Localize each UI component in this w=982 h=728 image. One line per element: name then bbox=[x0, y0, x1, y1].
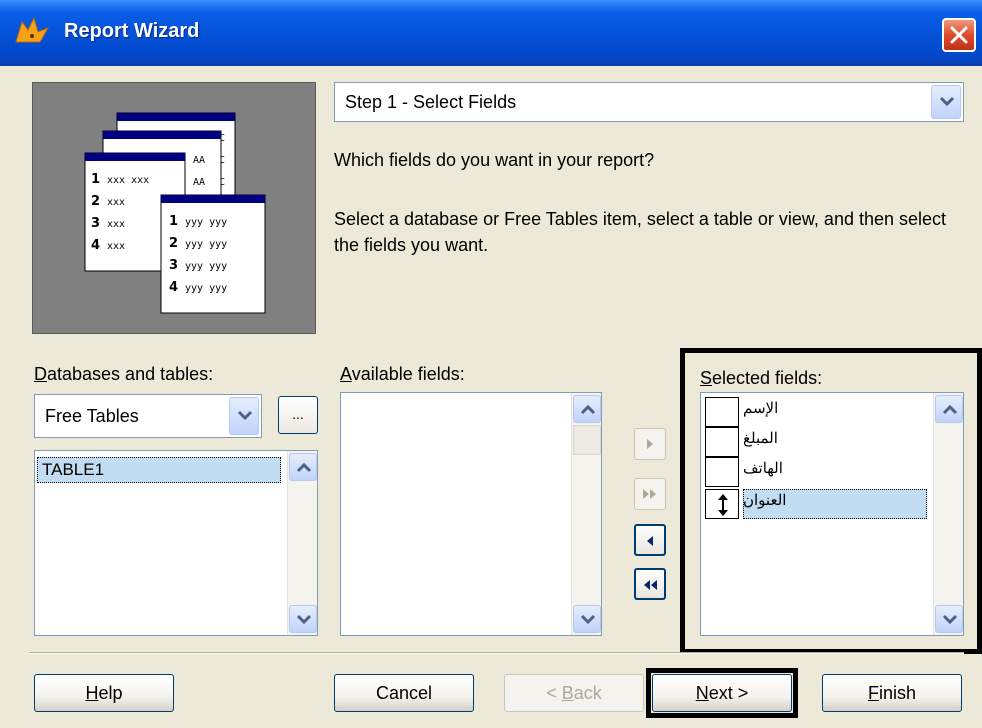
tables-list[interactable]: TABLE1 bbox=[34, 450, 318, 636]
step-question: Which fields do you want in your report? bbox=[334, 150, 655, 170]
fox-icon bbox=[15, 16, 50, 43]
mover-handle[interactable] bbox=[705, 397, 739, 427]
chevron-down-icon bbox=[580, 614, 596, 625]
illustration-row-text: xxx bbox=[107, 219, 125, 230]
databases-label: Databases and tables: bbox=[34, 364, 214, 384]
illustration-row-number: 3 bbox=[169, 258, 178, 273]
double-arrow-left-icon bbox=[644, 580, 657, 590]
illustration-row-text: yyy yyy bbox=[185, 239, 227, 250]
list-item[interactable]: الهاتف bbox=[705, 457, 927, 487]
illustration-row-number: 4 bbox=[91, 238, 100, 253]
illustration-row-text: yyy yyy bbox=[185, 261, 227, 272]
double-arrow-right-icon bbox=[643, 489, 656, 499]
illustration-row-text: yyy yyy bbox=[185, 283, 227, 294]
arrow-right-icon bbox=[647, 439, 653, 449]
scroll-down-button[interactable] bbox=[935, 605, 963, 633]
chevron-up-icon bbox=[942, 404, 958, 415]
field-name: المبلغ bbox=[743, 430, 778, 447]
available-fields-list[interactable] bbox=[340, 392, 602, 636]
illustration-row-number: 2 bbox=[169, 236, 178, 251]
illustration-row-text: xxx bbox=[107, 197, 125, 208]
field-name: الهاتف bbox=[743, 460, 783, 477]
list-item[interactable]: TABLE1 bbox=[37, 457, 281, 483]
illustration-row-text: yyy yyy bbox=[185, 217, 227, 228]
step-dropdown-value: Step 1 - Select Fields bbox=[345, 92, 517, 112]
mover-handle[interactable] bbox=[705, 489, 739, 519]
mover-handle[interactable] bbox=[705, 457, 739, 487]
scroll-up-button[interactable] bbox=[289, 453, 317, 481]
selected-fields-label: Selected fields: bbox=[700, 368, 823, 388]
database-dropdown-value: Free Tables bbox=[45, 406, 139, 426]
scroll-up-button[interactable] bbox=[573, 395, 601, 423]
remove-all-fields-button[interactable] bbox=[634, 568, 666, 600]
back-label: AA bbox=[193, 177, 205, 188]
tables-illustration-icon: C C C AA AA 1 xxx xxx2 xxx3 xxx4 xxx 1 yyy yy… bbox=[84, 112, 266, 314]
chevron-down-icon bbox=[237, 410, 253, 421]
footer-separator bbox=[30, 652, 964, 654]
chevron-down-icon bbox=[296, 614, 312, 625]
wizard-illustration: C C C AA AA 1 xxx xxx 2 xxx 3 xxx 4 xxx 1 yyy yy… bbox=[32, 82, 316, 334]
illustration-row-number: 4 bbox=[169, 280, 178, 295]
scroll-up-button[interactable] bbox=[935, 395, 963, 423]
field-name: العنوان bbox=[743, 492, 787, 509]
close-icon bbox=[950, 26, 968, 44]
back-button[interactable]: < Back bbox=[504, 674, 644, 712]
back-label: AA bbox=[193, 155, 205, 166]
title-bar: Report Wizard bbox=[0, 0, 982, 66]
tables-scrollbar[interactable] bbox=[287, 451, 317, 635]
selected-scrollbar[interactable] bbox=[933, 393, 963, 635]
help-button[interactable]: Help bbox=[34, 674, 174, 712]
list-item[interactable]: الإسم bbox=[705, 397, 927, 427]
list-item[interactable]: المبلغ bbox=[705, 427, 927, 457]
finish-button[interactable]: Finish bbox=[822, 674, 962, 712]
mover-handle[interactable] bbox=[705, 427, 739, 457]
step-instructions: Select a database or Free Tables item, s… bbox=[334, 209, 947, 255]
cancel-button[interactable]: Cancel bbox=[334, 674, 474, 712]
chevron-down-icon bbox=[939, 96, 955, 107]
chevron-down-icon bbox=[942, 614, 958, 625]
add-all-fields-button[interactable] bbox=[634, 478, 666, 510]
add-field-button[interactable] bbox=[634, 428, 666, 460]
illustration-row-number: 3 bbox=[91, 216, 100, 231]
field-name: الإسم bbox=[743, 400, 779, 417]
window-title: Report Wizard bbox=[64, 20, 200, 42]
scroll-down-button[interactable] bbox=[573, 605, 601, 633]
illustration-row-number: 1 bbox=[169, 214, 178, 229]
close-button[interactable] bbox=[942, 18, 976, 52]
step-dropdown[interactable]: Step 1 - Select Fields bbox=[334, 82, 964, 122]
selected-fields-list[interactable]: الإسم المبلغ الهاتف العنوان bbox=[700, 392, 964, 636]
chevron-up-icon bbox=[296, 462, 312, 473]
scroll-down-button[interactable] bbox=[289, 605, 317, 633]
browse-button[interactable]: ... bbox=[278, 396, 318, 434]
available-scrollbar[interactable] bbox=[571, 393, 601, 635]
remove-field-button[interactable] bbox=[634, 524, 666, 556]
illustration-row-number: 1 bbox=[91, 172, 100, 187]
arrow-left-icon bbox=[647, 536, 653, 546]
database-dropdown-button[interactable] bbox=[229, 397, 259, 435]
list-item-selected[interactable]: العنوان bbox=[705, 489, 927, 519]
scroll-thumb[interactable] bbox=[573, 425, 601, 455]
illustration-row-number: 2 bbox=[91, 194, 100, 209]
illustration-row-text: xxx xxx bbox=[107, 175, 149, 186]
illustration-row-text: xxx bbox=[107, 241, 125, 252]
step-dropdown-button[interactable] bbox=[931, 85, 961, 119]
available-fields-label: Available fields: bbox=[340, 364, 465, 384]
resize-vertical-icon bbox=[718, 494, 728, 516]
next-button[interactable]: Next > bbox=[652, 674, 792, 712]
chevron-up-icon bbox=[580, 404, 596, 415]
database-dropdown[interactable]: Free Tables bbox=[34, 394, 262, 438]
